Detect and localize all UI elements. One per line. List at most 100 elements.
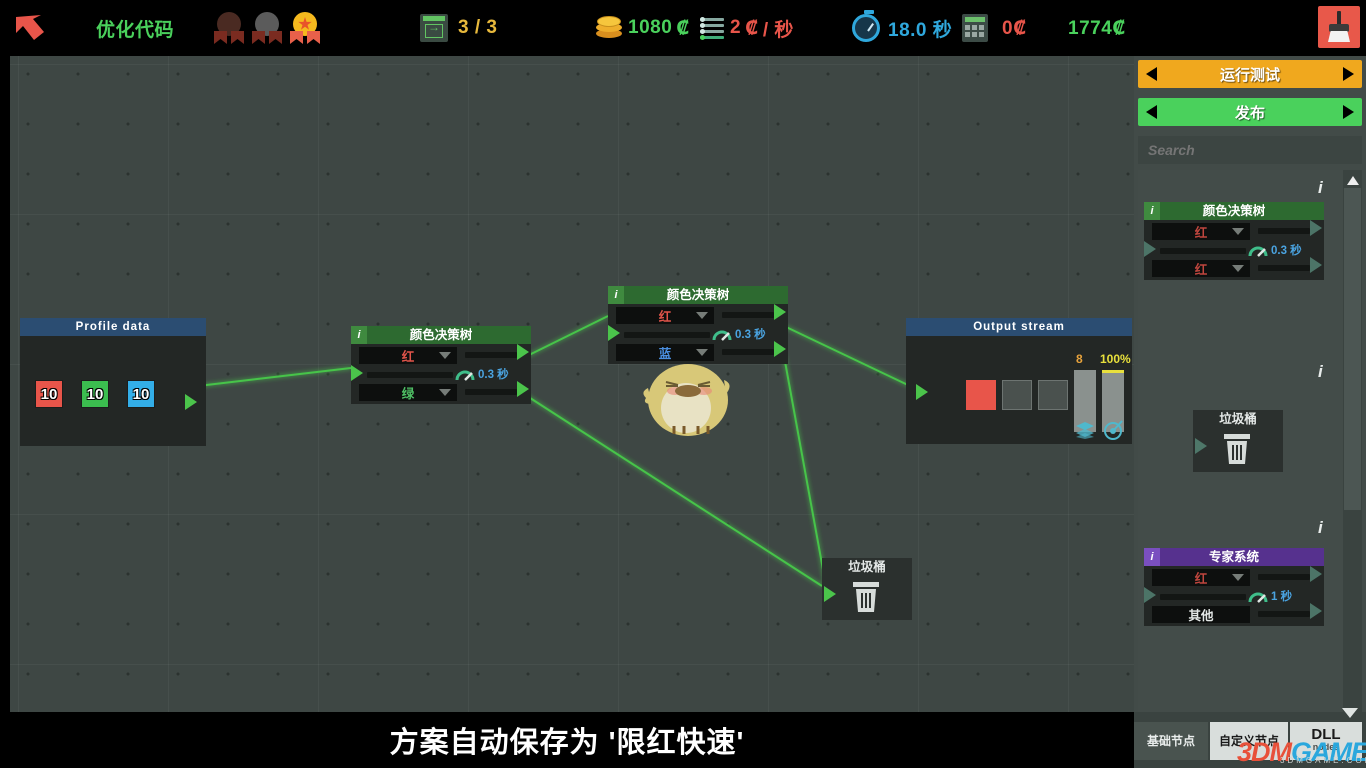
status-caption: 方案自动保存为 '限红快速'	[0, 712, 1134, 768]
node-title: 垃圾桶	[1193, 410, 1283, 428]
tests-counter: 3 / 3	[420, 0, 497, 56]
timer-counter: 18.0 秒	[852, 0, 952, 56]
input-port[interactable]	[1144, 587, 1156, 603]
value-chip-red[interactable]: 10	[35, 380, 63, 408]
search-input[interactable]	[1148, 142, 1362, 158]
info-icon[interactable]: i	[1318, 518, 1323, 538]
input-port[interactable]	[608, 325, 620, 341]
scrollbar-thumb[interactable]	[1344, 188, 1361, 510]
chevron-down-icon[interactable]	[1232, 265, 1244, 272]
node-title: Output stream	[906, 318, 1132, 336]
top-bar: 优化代码 3 / 3	[0, 0, 1366, 56]
info-icon[interactable]: i	[608, 286, 624, 304]
play-left-icon	[1146, 67, 1157, 81]
node-title: 垃圾桶	[822, 558, 912, 576]
expert-system-body: 红 1 秒 其他	[1144, 566, 1324, 626]
input-port[interactable]	[1195, 438, 1207, 454]
decision-tree-body: 红 0.3 秒 蓝	[608, 304, 788, 364]
value-chip-blue[interactable]: 10	[127, 380, 155, 408]
node-graph-canvas[interactable]: Profile data 10 10 10 i 颜色决策树 红 0.3 秒 绿 …	[10, 56, 1134, 712]
output-port-bottom[interactable]	[774, 341, 786, 357]
watermark-sub: 3DMGAME.COM	[1280, 756, 1366, 765]
chevron-down-icon[interactable]	[1342, 708, 1358, 718]
output-port-top[interactable]	[774, 304, 786, 320]
gauge-icon	[455, 368, 475, 381]
node-title: 专家系统	[1208, 550, 1259, 564]
search-field[interactable]	[1138, 136, 1362, 164]
gauge-icon	[1248, 244, 1268, 257]
count-label: 8	[1076, 352, 1083, 366]
info-icon[interactable]: i	[1318, 178, 1323, 198]
gauge-icon	[712, 328, 732, 341]
output-slot-empty	[1038, 380, 1068, 410]
chevron-down-icon[interactable]	[1232, 574, 1244, 581]
output-stream-body: 8 100%	[906, 336, 1132, 444]
back-arrow-icon[interactable]	[14, 13, 46, 43]
medal-bronze	[214, 12, 244, 44]
condition-slot-bottom[interactable]: 红	[1152, 260, 1250, 277]
delay-gauge[interactable]: 1 秒	[1248, 588, 1292, 604]
output-slot-filled	[966, 380, 996, 410]
color-decision-tree-node[interactable]: i 颜色决策树 红	[608, 286, 788, 364]
node-palette[interactable]: i i 颜色决策树 红 0.3 秒 红 i 垃圾桶 i i 专家系统 红 1 秒…	[1138, 170, 1343, 748]
play-right-icon	[1343, 105, 1354, 119]
input-port[interactable]	[824, 586, 836, 602]
run-test-button[interactable]: 运行测试	[1138, 60, 1362, 88]
calc-counter: 0₡	[962, 0, 1027, 56]
medal-silver	[252, 12, 282, 44]
output-stream-node[interactable]: Output stream 8 100%	[906, 318, 1132, 444]
trash-bin-body	[1193, 428, 1283, 472]
node-title: Profile data	[20, 318, 206, 336]
delay-gauge[interactable]: 0.3 秒	[1248, 242, 1302, 258]
decision-tree-body: 红 0.3 秒 绿	[351, 344, 531, 404]
palette-color-decision-tree[interactable]: i 颜色决策树 红 0.3 秒 红	[1144, 202, 1324, 280]
scroll-up-arrow[interactable]	[1347, 176, 1359, 185]
trash-bin-body	[822, 576, 912, 620]
output-port-top[interactable]	[517, 344, 529, 360]
chevron-down-icon[interactable]	[439, 389, 451, 396]
output-port-bottom[interactable]	[1310, 603, 1322, 619]
input-port[interactable]	[1144, 241, 1156, 257]
output-port-top[interactable]	[1310, 220, 1322, 236]
publish-button[interactable]: 发布	[1138, 98, 1362, 126]
palette-scrollbar[interactable]	[1343, 170, 1362, 748]
condition-slot-bottom[interactable]: 其他	[1152, 606, 1250, 623]
delay-gauge[interactable]: 0.3 秒	[712, 326, 766, 342]
delay-gauge[interactable]: 0.3 秒	[455, 366, 509, 382]
profile-data-node[interactable]: Profile data 10 10 10	[20, 318, 206, 446]
bird-mascot	[640, 358, 736, 438]
output-port-bottom[interactable]	[1310, 257, 1322, 273]
info-icon[interactable]: i	[1318, 362, 1323, 382]
condition-slot-top[interactable]: 红	[616, 307, 714, 324]
value-chip-green[interactable]: 10	[81, 380, 109, 408]
input-port[interactable]	[916, 384, 928, 400]
info-icon[interactable]: i	[1144, 548, 1160, 566]
output-port[interactable]	[185, 394, 197, 410]
decision-tree-body: 红 0.3 秒 红	[1144, 220, 1324, 280]
chevron-down-icon[interactable]	[1232, 228, 1244, 235]
input-port[interactable]	[351, 365, 363, 381]
info-icon[interactable]: i	[351, 326, 367, 344]
chevron-down-icon[interactable]	[696, 349, 708, 356]
target-icon	[1102, 420, 1124, 440]
node-title: 颜色决策树	[409, 328, 473, 342]
palette-trash-bin[interactable]: 垃圾桶	[1193, 410, 1283, 472]
trash-bin-node[interactable]: 垃圾桶	[822, 558, 912, 620]
info-icon[interactable]: i	[1144, 202, 1160, 220]
node-title: 颜色决策树	[1202, 204, 1266, 218]
condition-slot-top[interactable]: 红	[359, 347, 457, 364]
output-port-top[interactable]	[1310, 566, 1322, 582]
chevron-down-icon[interactable]	[696, 312, 708, 319]
broom-icon[interactable]	[1318, 6, 1360, 48]
output-slot-empty	[1002, 380, 1032, 410]
condition-slot-top[interactable]: 红	[1152, 569, 1250, 586]
tab-basic-nodes[interactable]: 基础节点	[1134, 722, 1208, 760]
color-decision-tree-node[interactable]: i 颜色决策树 红	[351, 326, 531, 404]
palette-expert-system[interactable]: i 专家系统 红 1 秒 其他	[1144, 548, 1324, 626]
condition-slot-bottom[interactable]: 绿	[359, 384, 457, 401]
chevron-down-icon[interactable]	[439, 352, 451, 359]
level-title: 优化代码	[96, 19, 175, 41]
condition-slot-top[interactable]: 红	[1152, 223, 1250, 240]
trash-icon	[851, 580, 881, 614]
output-port-bottom[interactable]	[517, 381, 529, 397]
